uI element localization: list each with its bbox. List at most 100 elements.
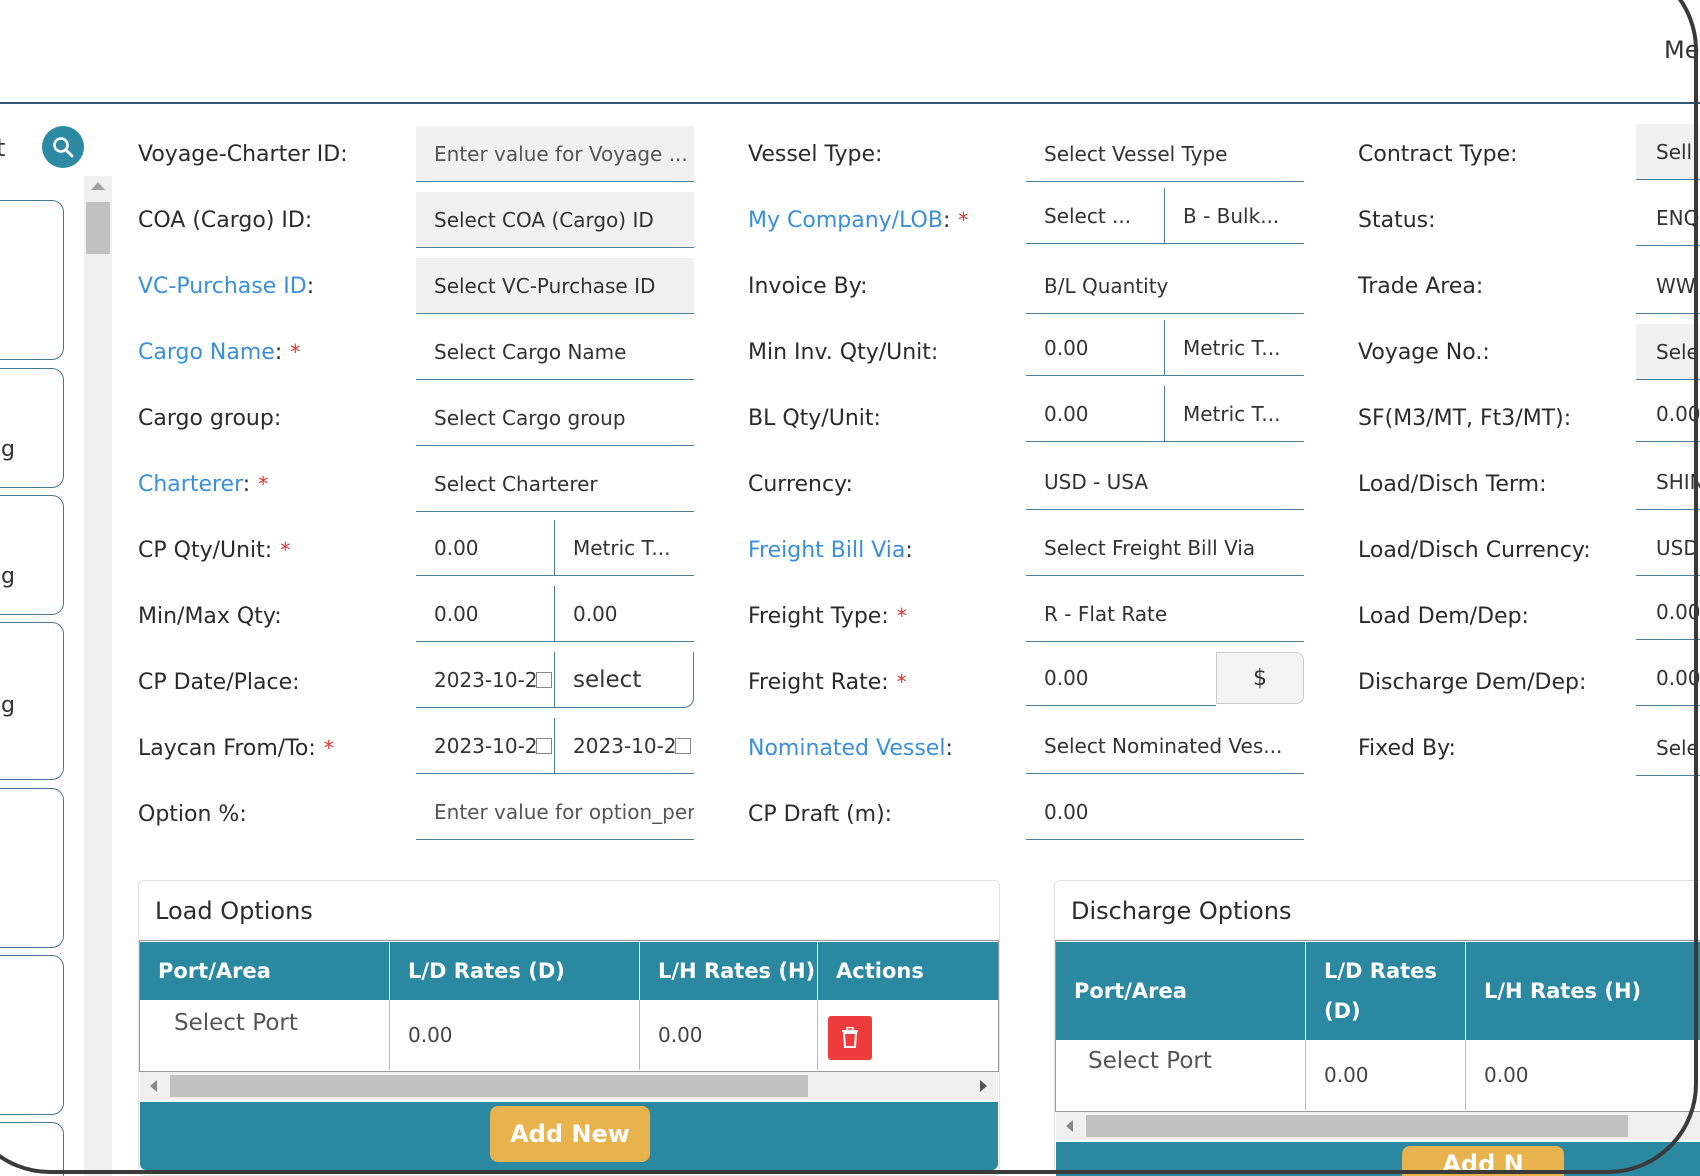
freight-bill-via-select[interactable]: Select Freight Bill Via <box>1026 520 1304 576</box>
load-column-header: L/D Rates (D) <box>390 942 640 1000</box>
currency-symbol-addon: $ <box>1216 652 1304 704</box>
my-company-select[interactable]: Select ... <box>1026 188 1165 244</box>
list-item[interactable] <box>0 200 64 360</box>
fixed-by-select[interactable]: Selec <box>1636 720 1700 776</box>
max-qty-input[interactable]: 0.00 <box>555 586 694 642</box>
min-inv-unit-select[interactable]: Metric T... <box>1165 320 1304 376</box>
load-port-select[interactable]: Select Port <box>140 1000 390 1070</box>
bl-qty-input[interactable]: 0.00 <box>1026 386 1165 442</box>
invoice-by-label: Invoice By: <box>748 274 868 299</box>
min-max-qty-label: Min/Max Qty: <box>138 604 282 629</box>
cp-date-place-label: CP Date/Place: <box>138 670 300 695</box>
load-ld-rate-input[interactable]: 0.00 <box>390 1000 640 1070</box>
freight-rate-label: Freight Rate: * <box>748 670 907 695</box>
load-column-header: Actions <box>818 942 998 1000</box>
voyage-charter-id-input[interactable]: Enter value for Voyage ... <box>416 126 694 182</box>
cp-qty-unit-label: CP Qty/Unit: * <box>138 538 291 563</box>
discharge-add-new-button[interactable]: Add N <box>1402 1146 1564 1176</box>
list-item[interactable] <box>0 955 64 1115</box>
calendar-icon[interactable] <box>535 737 552 754</box>
charterer-label[interactable]: Charterer: * <box>138 472 268 497</box>
discharge-column-header: L/H Rates (H) <box>1466 942 1700 1040</box>
load-dem-dep-input[interactable]: 0.00 <box>1636 584 1700 640</box>
trade-area-select[interactable]: WW <box>1636 258 1700 314</box>
list-item-text: g <box>1 437 15 462</box>
discharge-ld-rate-input[interactable]: 0.00 <box>1306 1040 1466 1110</box>
nominated-vessel-select[interactable]: Select Nominated Ves... <box>1026 718 1304 774</box>
vc-purchase-id-select[interactable]: Select VC-Purchase ID <box>416 258 694 314</box>
laycan-from-input[interactable]: 2023-10-2 <box>416 718 555 774</box>
currency-select[interactable]: USD - USA <box>1026 454 1304 510</box>
option-percent-input[interactable]: Enter value for option_per <box>416 784 694 840</box>
left-panel-title: t <box>0 134 6 162</box>
list-item[interactable] <box>0 1122 64 1176</box>
scroll-left-arrow-icon[interactable] <box>1066 1120 1073 1132</box>
freight-rate-input[interactable]: 0.00 <box>1026 650 1216 706</box>
sf-input[interactable]: 0.00 <box>1636 386 1700 442</box>
cargo-name-select[interactable]: Select Cargo Name <box>416 324 694 380</box>
search-icon <box>53 137 74 158</box>
trade-area-label: Trade Area: <box>1358 274 1484 299</box>
calendar-icon[interactable] <box>674 737 691 754</box>
vessel-type-select[interactable]: Select Vessel Type <box>1026 126 1304 182</box>
load-add-new-button[interactable]: Add New <box>490 1106 650 1162</box>
bl-unit-select[interactable]: Metric T... <box>1165 386 1304 442</box>
voyage-no-select[interactable]: Selec <box>1636 324 1700 380</box>
search-button[interactable] <box>42 126 84 168</box>
coa-cargo-id-select[interactable]: Select COA (Cargo) ID <box>416 192 694 248</box>
list-item-text: g <box>1 564 15 589</box>
list-item[interactable]: g <box>0 368 64 488</box>
min-inv-qty-input[interactable]: 0.00 <box>1026 320 1165 376</box>
cp-draft-input[interactable]: 0.00 <box>1026 784 1304 840</box>
vc-purchase-id-label[interactable]: VC-Purchase ID: <box>138 274 314 299</box>
status-select[interactable]: ENQ <box>1636 190 1700 246</box>
cp-unit-select[interactable]: Metric T... <box>555 520 694 576</box>
lob-select[interactable]: B - Bulk... <box>1165 188 1304 244</box>
discharge-lh-rate-input[interactable]: 0.00 <box>1466 1040 1700 1110</box>
list-item[interactable]: g <box>0 495 64 615</box>
my-company-lob-label[interactable]: My Company/LOB: * <box>748 208 968 233</box>
charterer-select[interactable]: Select Charterer <box>416 456 694 512</box>
load-disch-currency-select[interactable]: USD <box>1636 520 1700 576</box>
calendar-icon[interactable] <box>535 671 552 688</box>
load-column-header: L/H Rates (H) <box>640 942 818 1000</box>
option-percent-label: Option %: <box>138 802 247 827</box>
load-disch-term-label: Load/Disch Term: <box>1358 472 1547 497</box>
load-lh-rate-input[interactable]: 0.00 <box>640 1000 818 1070</box>
list-item[interactable]: g <box>0 622 64 780</box>
voyage-charter-id-label: Voyage-Charter ID: <box>138 142 348 167</box>
cp-date-input[interactable]: 2023-10-2 <box>416 652 555 708</box>
contract-type-select[interactable]: Sell <box>1636 124 1700 180</box>
list-item[interactable] <box>0 788 64 948</box>
delete-row-button[interactable] <box>828 1016 872 1060</box>
discharge-port-select[interactable]: Select Port <box>1056 1040 1306 1110</box>
left-scrollbar[interactable] <box>84 176 112 1176</box>
nominated-vessel-label[interactable]: Nominated Vessel: <box>748 736 953 761</box>
load-table-horizontal-scrollbar[interactable] <box>140 1072 998 1100</box>
load-options-title: Load Options <box>155 897 313 925</box>
cargo-name-label[interactable]: Cargo Name: * <box>138 340 300 365</box>
top-menu-item[interactable]: Me <box>1664 36 1700 64</box>
discharge-options-footer <box>1056 1142 1700 1176</box>
left-scroll-thumb[interactable] <box>86 202 110 254</box>
discharge-table-horizontal-scrollbar[interactable] <box>1056 1112 1700 1140</box>
scroll-right-arrow-icon[interactable] <box>980 1080 987 1092</box>
scroll-left-arrow-icon[interactable] <box>150 1080 157 1092</box>
invoice-by-select[interactable]: B/L Quantity <box>1026 258 1304 314</box>
bl-qty-unit-label: BL Qty/Unit: <box>748 406 881 431</box>
load-disch-term-select[interactable]: SHIN <box>1636 454 1700 510</box>
freight-bill-via-label[interactable]: Freight Bill Via: <box>748 538 913 563</box>
freight-type-select[interactable]: R - Flat Rate <box>1026 586 1304 642</box>
cp-place-select[interactable]: select <box>555 652 694 708</box>
min-qty-input[interactable]: 0.00 <box>416 586 555 642</box>
discharge-column-header: L/D Rates (D) <box>1306 942 1466 1040</box>
load-disch-currency-label: Load/Disch Currency: <box>1358 538 1591 563</box>
laycan-to-input[interactable]: 2023-10-2 <box>555 718 694 774</box>
cargo-group-select[interactable]: Select Cargo group <box>416 390 694 446</box>
scroll-up-arrow-icon[interactable] <box>91 182 105 190</box>
discharge-dem-dep-input[interactable]: 0.00 <box>1636 650 1700 706</box>
cp-qty-input[interactable]: 0.00 <box>416 520 555 576</box>
load-scroll-thumb[interactable] <box>170 1075 808 1097</box>
discharge-scroll-thumb[interactable] <box>1086 1115 1628 1137</box>
trash-icon <box>842 1027 858 1048</box>
